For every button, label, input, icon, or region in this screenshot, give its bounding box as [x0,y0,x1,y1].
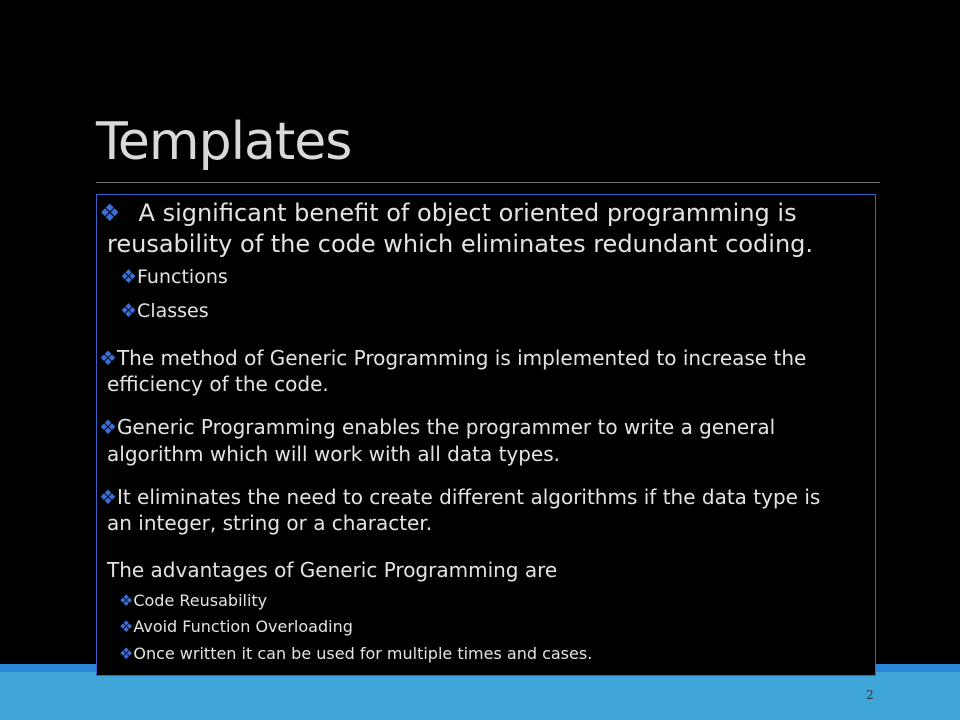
page-number: 2 [866,688,874,702]
diamond-bullet-icon: ❖ [99,485,117,509]
point3-line2: an integer, string or a character. [107,511,433,535]
advantage-item: ❖Code Reusability [119,591,267,611]
sub-item-classes: ❖Classes [120,299,209,323]
title-divider [96,182,880,183]
advantage-label: Code Reusability [133,591,268,610]
diamond-bullet-icon: ❖ [119,617,134,636]
advantage-item: ❖Once written it can be used for multipl… [119,644,592,664]
advantage-label: Avoid Function Overloading [133,617,353,636]
point2-line2-row: algorithm which will work with all data … [107,441,560,467]
sub-item-label: Functions [137,266,228,288]
point2-line1: Generic Programming enables the programm… [116,415,776,439]
advantage-label: Once written it can be used for multiple… [133,644,593,663]
diamond-bullet-icon: ❖ [99,199,121,227]
diamond-bullet-icon: ❖ [120,300,138,322]
point3-line1: It eliminates the need to create differe… [116,485,821,509]
diamond-bullet-icon: ❖ [99,346,117,370]
content-box: ❖ A significant benefit of object oriente… [96,194,876,676]
sub-item-label: Classes [137,300,209,322]
footer-band [0,672,960,720]
point1-line2: efficiency of the code. [107,372,329,396]
intro-text-line2: reusability of the code which eliminates… [107,230,814,258]
point1-row: ❖The method of Generic Programming is im… [99,345,806,371]
diamond-bullet-icon: ❖ [99,415,117,439]
intro-text-line1: A significant benefit of object oriented… [138,199,797,227]
diamond-bullet-icon: ❖ [120,266,138,288]
sub-item-functions: ❖Functions [120,265,228,289]
slide-title: Templates [96,112,352,172]
slide: Templates ❖ A significant benefit of obje… [0,0,960,720]
intro-bullet-row: ❖ A significant benefit of object oriente… [99,198,797,229]
point1-line1: The method of Generic Programming is imp… [116,346,807,370]
advantages-heading: The advantages of Generic Programming ar… [107,558,558,582]
point3-row: ❖It eliminates the need to create differ… [99,484,820,510]
advantage-item: ❖Avoid Function Overloading [119,617,353,637]
diamond-bullet-icon: ❖ [119,591,134,610]
point2-row: ❖Generic Programming enables the program… [99,414,775,440]
diamond-bullet-icon: ❖ [119,644,134,663]
intro-text-line2-row: reusability of the code which eliminates… [107,229,813,260]
point2-line2: algorithm which will work with all data … [107,442,561,466]
advantages-heading-row: The advantages of Generic Programming ar… [107,557,557,583]
point3-line2-row: an integer, string or a character. [107,510,432,536]
point1-line2-row: efficiency of the code. [107,371,329,397]
